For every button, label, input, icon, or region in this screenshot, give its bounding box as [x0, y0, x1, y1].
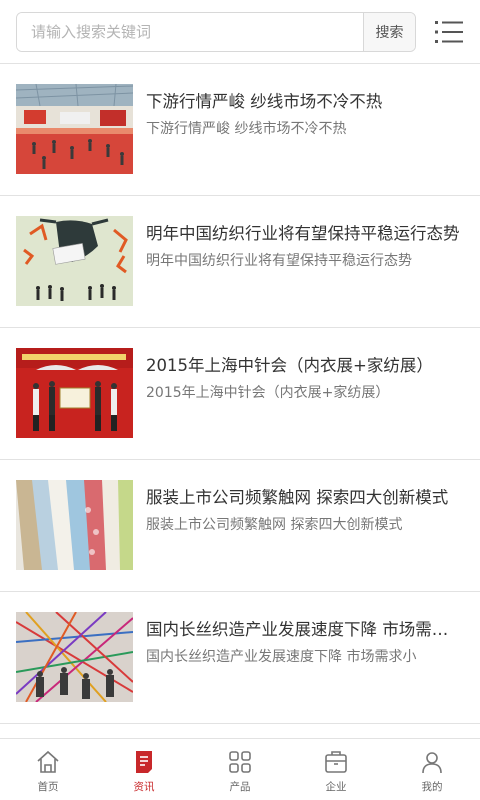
news-list: 下游行情严峻 纱线市场不冷不热 下游行情严峻 纱线市场不冷不热 明年中国纺织行业… [0, 64, 480, 724]
user-icon [422, 752, 442, 774]
news-item[interactable]: 国内长丝织造产业发展速度下降 市场需求小 国内长丝织造产业发展速度下降 市场需求… [0, 592, 480, 724]
grid-icon [229, 751, 251, 773]
news-item[interactable]: 明年中国纺织行业将有望保持平稳运行态势 明年中国纺织行业将有望保持平稳运行态势 [0, 196, 480, 328]
news-summary: 国内长丝织造产业发展速度下降 市场需求小 [146, 649, 417, 665]
search-input[interactable] [17, 13, 363, 51]
news-title[interactable]: 明年中国纺织行业将有望保持平稳运行态势 [146, 220, 462, 244]
news-title[interactable]: 2015年上海中针会（内衣展+家纺展） [146, 352, 462, 376]
news-title[interactable]: 下游行情严峻 纱线市场不冷不热 [146, 88, 462, 112]
tab-label: 首页 [37, 781, 59, 793]
news-summary: 明年中国纺织行业将有望保持平稳运行态势 [146, 253, 412, 269]
tab-products[interactable]: 产品 [192, 739, 288, 800]
news-thumbnail[interactable] [16, 480, 133, 570]
bottom-tab-bar: 首页 资讯 产品 企业 我的 [0, 738, 480, 800]
news-title[interactable]: 国内长丝织造产业发展速度下降 市场需求小 [146, 616, 462, 640]
tab-label: 企业 [325, 781, 347, 793]
tab-label: 资讯 [133, 781, 155, 793]
home-icon [37, 750, 59, 773]
news-icon [136, 751, 152, 773]
news-title[interactable]: 服装上市公司频繁触网 探索四大创新模式 [146, 484, 462, 508]
menu-icon[interactable] [434, 18, 464, 46]
news-thumbnail[interactable] [16, 84, 133, 174]
news-thumbnail[interactable] [16, 216, 133, 306]
tab-label: 我的 [421, 781, 443, 793]
tab-home[interactable]: 首页 [0, 739, 96, 800]
header: 搜索 [0, 0, 480, 64]
tab-label: 产品 [229, 781, 251, 793]
search-button[interactable]: 搜索 [363, 13, 415, 51]
news-thumbnail[interactable] [16, 612, 133, 702]
news-item[interactable]: 2015年上海中针会（内衣展+家纺展） 2015年上海中针会（内衣展+家纺展） [0, 328, 480, 460]
tab-news[interactable]: 资讯 [96, 739, 192, 800]
search-box: 搜索 [16, 12, 416, 52]
tab-mine[interactable]: 我的 [384, 739, 480, 800]
news-thumbnail[interactable] [16, 348, 133, 438]
tab-company[interactable]: 企业 [288, 739, 384, 800]
news-item[interactable]: 服装上市公司频繁触网 探索四大创新模式 服装上市公司频繁触网 探索四大创新模式 [0, 460, 480, 592]
news-summary: 下游行情严峻 纱线市场不冷不热 [146, 121, 347, 137]
news-summary: 2015年上海中针会（内衣展+家纺展） [146, 385, 390, 401]
news-item[interactable]: 下游行情严峻 纱线市场不冷不热 下游行情严峻 纱线市场不冷不热 [0, 64, 480, 196]
company-icon [325, 751, 347, 773]
news-summary: 服装上市公司频繁触网 探索四大创新模式 [146, 517, 403, 533]
